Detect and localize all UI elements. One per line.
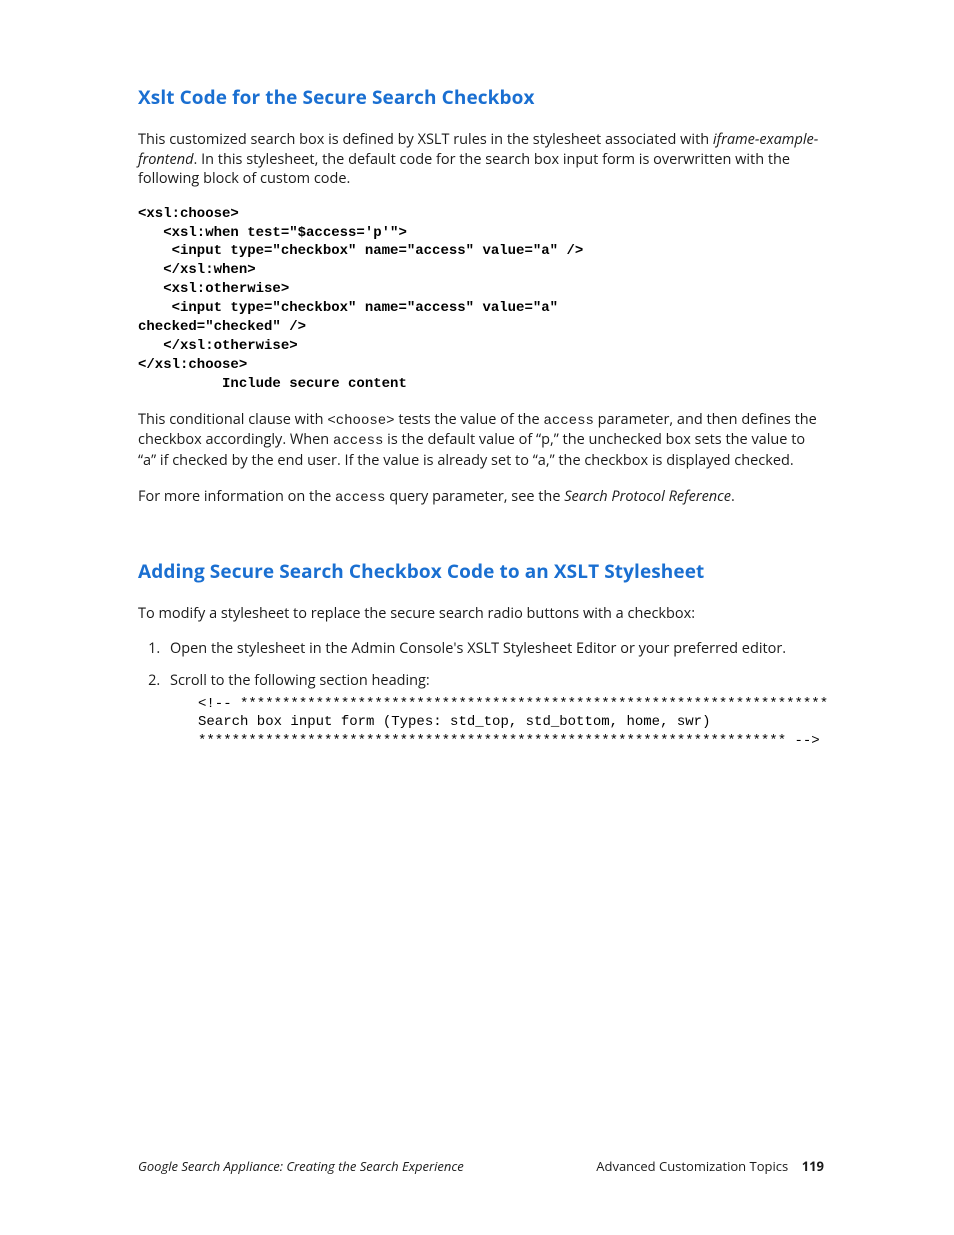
text: Scroll to the following section heading: xyxy=(170,671,430,690)
code-inline: access xyxy=(333,433,383,449)
section-heading-xslt-code: Xslt Code for the Secure Search Checkbox xyxy=(138,84,824,110)
paragraph: This conditional clause with <choose> te… xyxy=(138,410,824,471)
text: tests the value of the xyxy=(395,410,544,429)
paragraph: This customized search box is defined by… xyxy=(138,130,824,189)
text: This customized search box is defined by… xyxy=(138,130,713,149)
footer-chapter: Advanced Customization Topics 119 xyxy=(596,1157,824,1175)
footer-chapter-label: Advanced Customization Topics xyxy=(596,1157,788,1175)
code-block-search-box-comment: <!-- ***********************************… xyxy=(198,695,824,752)
section-heading-adding-secure: Adding Secure Search Checkbox Code to an… xyxy=(138,558,824,584)
page-number: 119 xyxy=(802,1157,824,1175)
code-inline: access xyxy=(335,490,385,506)
code-inline: <choose> xyxy=(327,413,394,429)
paragraph: To modify a stylesheet to replace the se… xyxy=(138,604,824,624)
page-footer: Google Search Appliance: Creating the Se… xyxy=(138,1157,824,1175)
text: . xyxy=(731,487,735,506)
footer-doc-title: Google Search Appliance: Creating the Se… xyxy=(138,1157,464,1175)
text: For more information on the xyxy=(138,487,335,506)
text-italic: Search Protocol Reference xyxy=(564,487,731,506)
ordered-list: Open the stylesheet in the Admin Console… xyxy=(138,639,824,751)
list-item: Scroll to the following section heading:… xyxy=(164,671,824,751)
list-item: Open the stylesheet in the Admin Console… xyxy=(164,639,824,659)
code-block-xsl-choose: <xsl:choose> <xsl:when test="$access='p'… xyxy=(138,205,824,394)
code-inline: access xyxy=(543,413,593,429)
text: query parameter, see the xyxy=(385,487,564,506)
text: This conditional clause with xyxy=(138,410,327,429)
paragraph: For more information on the access query… xyxy=(138,487,824,508)
document-page: Xslt Code for the Secure Search Checkbox… xyxy=(0,0,954,1235)
text: . In this stylesheet, the default code f… xyxy=(138,150,790,189)
